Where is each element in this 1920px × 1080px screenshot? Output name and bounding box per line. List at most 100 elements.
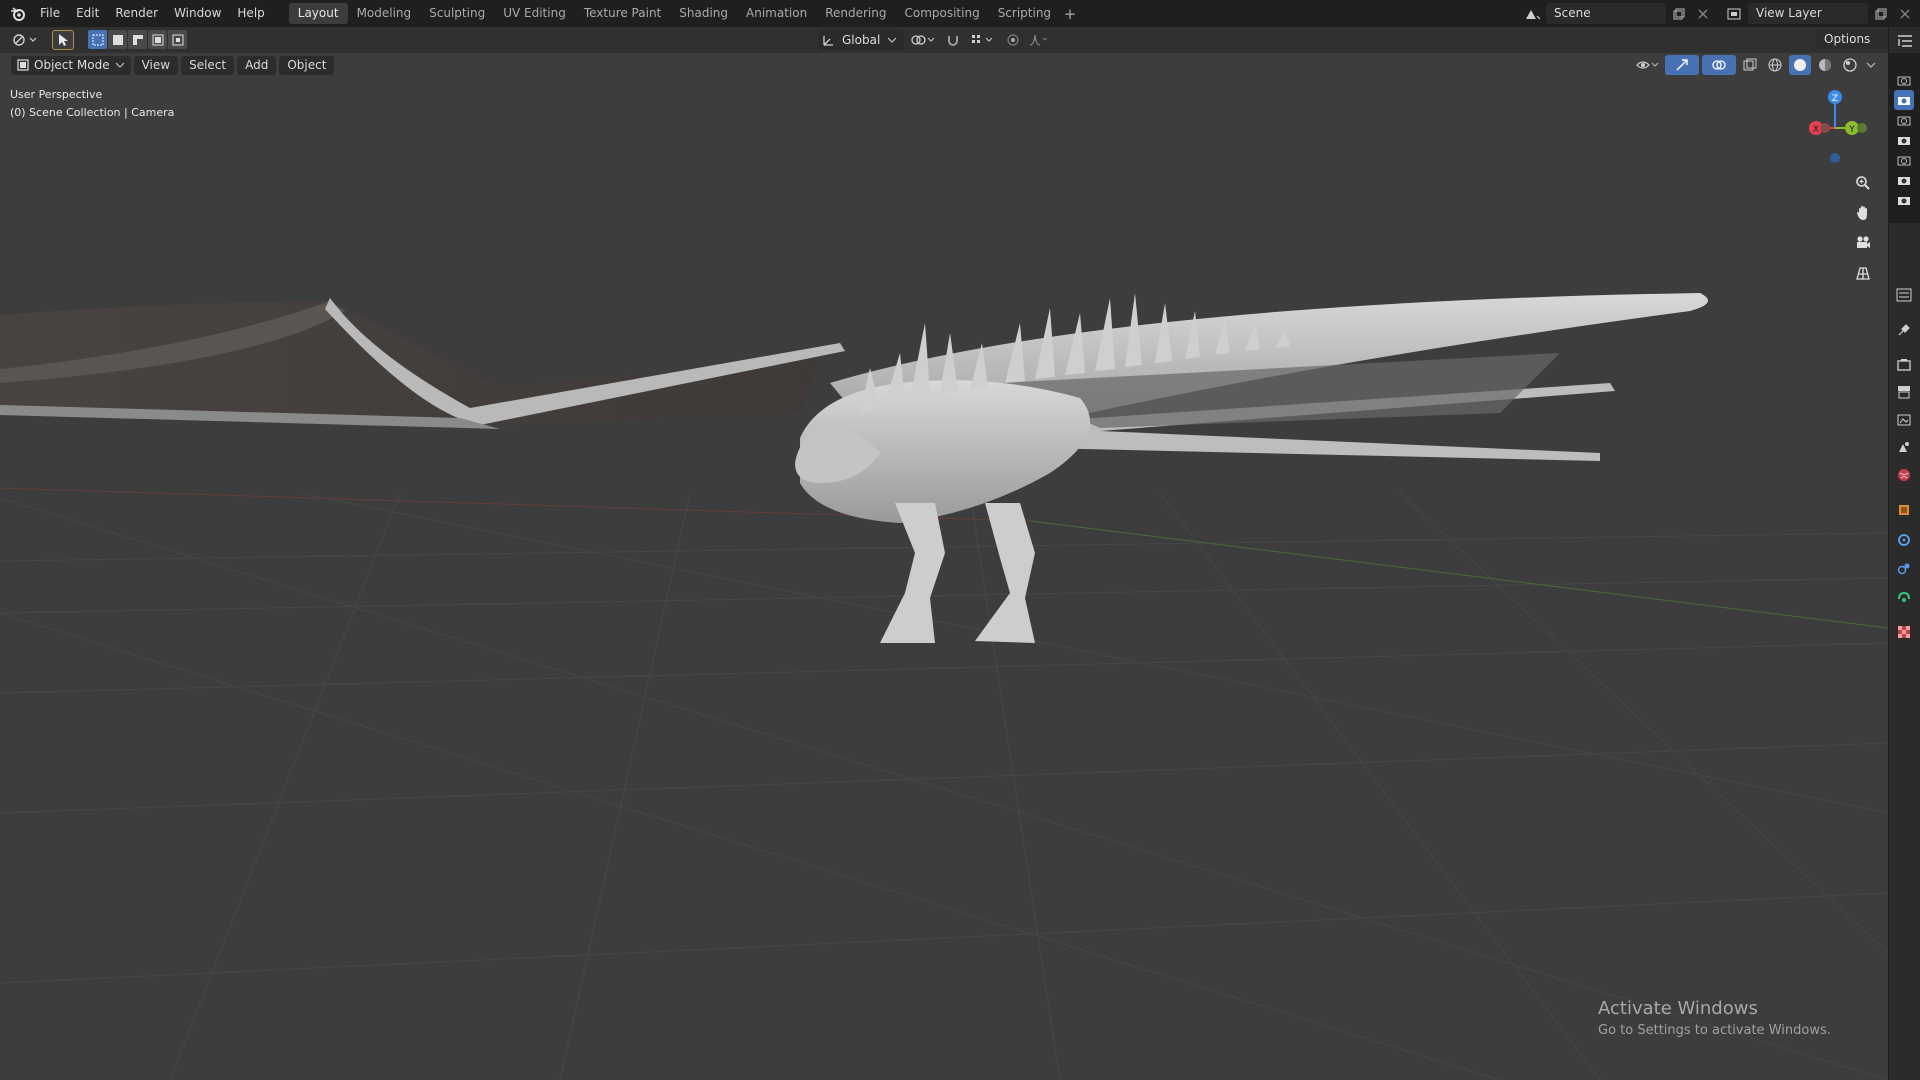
camera-visibility-icon-3[interactable] — [1894, 110, 1914, 130]
selection-mode-group — [88, 30, 187, 49]
viewport-info-overlay: User Perspective (0) Scene Collection | … — [10, 86, 174, 122]
tab-layout[interactable]: Layout — [288, 3, 348, 24]
menu-file[interactable]: File — [32, 0, 68, 27]
menu-help[interactable]: Help — [229, 0, 272, 27]
falloff-curve-icon[interactable] — [1028, 30, 1050, 50]
snap-toggle-icon[interactable] — [942, 30, 964, 50]
xray-toggle-icon[interactable] — [1739, 55, 1761, 75]
camera-visibility-icon-6[interactable] — [1894, 170, 1914, 190]
menu-edit[interactable]: Edit — [68, 0, 107, 27]
chevron-down-icon — [887, 37, 897, 43]
viewport-header: Object Mode View Select Add Object — [0, 53, 1888, 77]
scene-selector: Scene View Layer — [1522, 3, 1916, 24]
zoom-icon[interactable] — [1850, 170, 1876, 196]
blender-logo-icon[interactable] — [4, 0, 32, 27]
scene-icon[interactable] — [1522, 3, 1544, 24]
menu-view[interactable]: View — [133, 55, 179, 75]
physics-tab-icon[interactable] — [1894, 558, 1914, 578]
collection-info-label: (0) Scene Collection | Camera — [10, 106, 175, 119]
tab-animation[interactable]: Animation — [737, 3, 816, 24]
ortho-grid-icon[interactable] — [1850, 260, 1876, 286]
render-tab-icon[interactable] — [1894, 355, 1914, 375]
modifiers-tab-icon[interactable] — [1894, 530, 1914, 550]
add-workspace-button[interactable]: + — [1060, 5, 1080, 23]
output-tab-icon[interactable] — [1894, 382, 1914, 402]
overlays-toggle-icon[interactable] — [1702, 55, 1736, 75]
menu-object[interactable]: Object — [279, 55, 335, 75]
object-mode-label: Object Mode — [34, 58, 110, 72]
world-tab-icon[interactable] — [1894, 465, 1914, 485]
camera-visibility-icon-1[interactable] — [1894, 70, 1914, 90]
new-scene-icon[interactable] — [1668, 3, 1690, 24]
pivot-point-icon[interactable] — [908, 30, 938, 50]
navigation-gizmo[interactable]: Z Y X — [1795, 83, 1875, 173]
shading-options-chevron-icon[interactable] — [1864, 55, 1878, 75]
gizmo-y-label: Y — [1848, 125, 1855, 135]
tool-header: Global Options — [0, 27, 1888, 61]
wireframe-shading-icon[interactable] — [1764, 55, 1786, 75]
editor-type-icon[interactable] — [10, 30, 40, 50]
tab-compositing[interactable]: Compositing — [895, 3, 988, 24]
camera-visibility-icon-7[interactable] — [1894, 190, 1914, 210]
outliner-strip — [1888, 53, 1920, 223]
camera-visibility-icon-4[interactable] — [1894, 130, 1914, 150]
gizmo-z-label: Z — [1832, 94, 1838, 104]
proportional-edit-icon[interactable] — [1002, 30, 1024, 50]
object-mode-icon — [17, 59, 29, 71]
tab-rendering[interactable]: Rendering — [816, 3, 895, 24]
select-intersect-icon[interactable] — [168, 30, 187, 49]
camera-visibility-icon-2[interactable] — [1894, 90, 1914, 110]
select-extend-icon[interactable] — [108, 30, 127, 49]
options-label: Options — [1824, 32, 1871, 46]
tab-sculpting[interactable]: Sculpting — [420, 3, 494, 24]
visibility-icon[interactable] — [1634, 55, 1662, 75]
scene-name-field[interactable]: Scene — [1546, 3, 1666, 24]
gizmo-toggle-icon[interactable] — [1665, 55, 1699, 75]
scene-tab-icon[interactable] — [1894, 437, 1914, 457]
outliner-editor-icon[interactable] — [1895, 31, 1915, 51]
floor-grid — [0, 492, 1888, 1080]
tab-uv-editing[interactable]: UV Editing — [494, 3, 575, 24]
watermark-subtitle: Go to Settings to activate Windows. — [1598, 1023, 1831, 1038]
tab-shading[interactable]: Shading — [670, 3, 737, 24]
transform-orientation-dropdown[interactable]: Global — [818, 30, 905, 50]
constraints-tab-icon[interactable] — [1894, 586, 1914, 606]
dragon-front-leg — [880, 503, 945, 643]
dragon-mesh[interactable] — [0, 293, 1708, 643]
view-layer-tab-icon[interactable] — [1894, 410, 1914, 430]
tab-scripting[interactable]: Scripting — [989, 3, 1060, 24]
select-subtract-icon[interactable] — [128, 30, 147, 49]
solid-shading-icon[interactable] — [1789, 55, 1811, 75]
options-dropdown[interactable]: Options — [1816, 30, 1888, 61]
object-tab-icon[interactable] — [1894, 500, 1914, 520]
perspective-label: User Perspective — [10, 88, 103, 101]
select-tool-icon[interactable] — [52, 30, 74, 50]
pan-hand-icon[interactable] — [1850, 200, 1876, 226]
texture-tab-icon[interactable] — [1894, 622, 1914, 642]
properties-editor-icon[interactable] — [1894, 285, 1914, 305]
menu-add[interactable]: Add — [237, 55, 277, 75]
delete-view-layer-icon[interactable] — [1894, 3, 1916, 24]
tool-settings-tab-icon[interactable] — [1894, 320, 1914, 340]
3d-viewport[interactable]: User Perspective (0) Scene Collection | … — [0, 53, 1888, 1080]
menu-select[interactable]: Select — [181, 55, 235, 75]
menu-render[interactable]: Render — [107, 0, 166, 27]
view-layer-icon[interactable] — [1724, 3, 1746, 24]
view-layer-field[interactable]: View Layer — [1748, 3, 1868, 24]
tab-texture-paint[interactable]: Texture Paint — [575, 3, 670, 24]
new-view-layer-icon[interactable] — [1870, 3, 1892, 24]
menu-window[interactable]: Window — [166, 0, 229, 27]
select-invert-icon[interactable] — [148, 30, 167, 49]
y-axis-line — [1029, 520, 1888, 629]
rendered-shading-icon[interactable] — [1839, 55, 1861, 75]
select-new-icon[interactable] — [88, 30, 107, 49]
tab-modeling[interactable]: Modeling — [348, 3, 421, 24]
camera-view-icon[interactable] — [1850, 230, 1876, 256]
dragon-rear-leg — [975, 503, 1035, 643]
material-shading-icon[interactable] — [1814, 55, 1836, 75]
camera-visibility-icon-5[interactable] — [1894, 150, 1914, 170]
transform-orientation-label: Global — [842, 33, 881, 47]
snap-grid-icon[interactable] — [968, 30, 998, 50]
delete-scene-icon[interactable] — [1692, 3, 1714, 24]
object-mode-dropdown[interactable]: Object Mode — [11, 55, 131, 75]
